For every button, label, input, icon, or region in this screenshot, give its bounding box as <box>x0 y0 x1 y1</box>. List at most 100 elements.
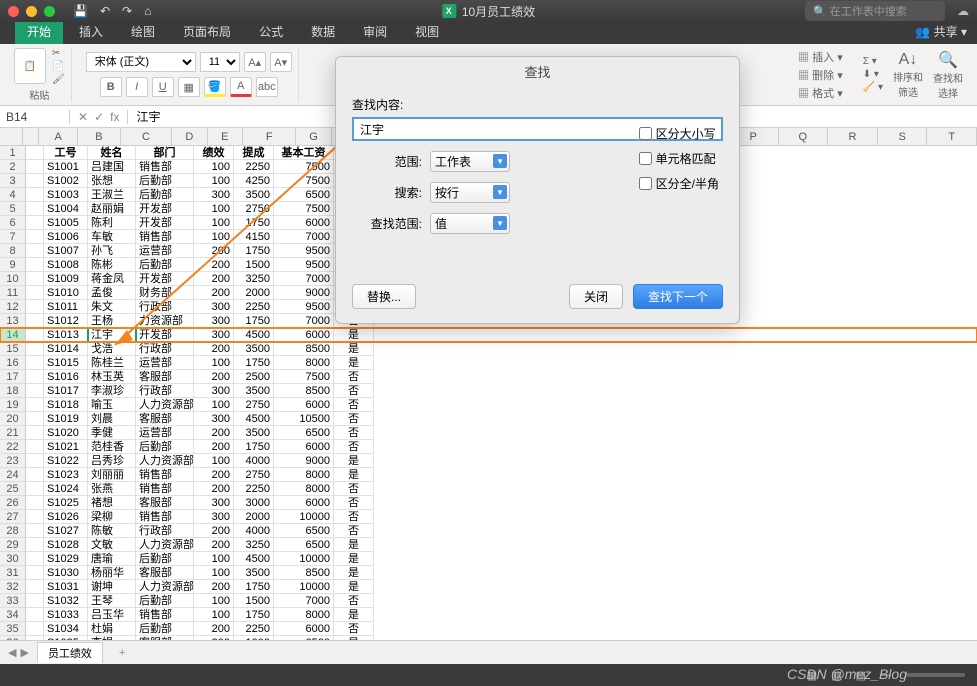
table-row[interactable]: 33 S1032 王琴 后勤部 100 1500 7000 否 <box>0 594 977 608</box>
tab-formulas[interactable]: 公式 <box>247 19 295 44</box>
cancel-icon[interactable]: ✕ <box>78 110 88 124</box>
font-group: 宋体 (正文) 11 A▴ A▾ B I U ▦ 🪣 A abc <box>80 48 299 102</box>
table-row[interactable]: 24 S1023 刘丽丽 销售部 200 2750 8000 是 <box>0 468 977 482</box>
format-cells-button[interactable]: ▦ 格式 ▾ <box>798 85 843 101</box>
share-button[interactable]: 👥 共享 ▾ <box>905 19 977 44</box>
col-header[interactable]: G <box>296 128 331 145</box>
insert-cells-button[interactable]: ▦ 插入 ▾ <box>798 49 843 65</box>
clear-icon[interactable]: 🧹 ▾ <box>863 82 883 93</box>
tab-draw[interactable]: 绘图 <box>119 19 167 44</box>
tab-insert[interactable]: 插入 <box>67 19 115 44</box>
col-header[interactable]: C <box>121 128 172 145</box>
col-header[interactable]: R <box>828 128 878 145</box>
tab-data[interactable]: 数据 <box>299 19 347 44</box>
table-row[interactable]: 29 S1028 文敏 人力资源部 200 3250 6500 是 <box>0 538 977 552</box>
close-button[interactable]: 关闭 <box>569 284 623 309</box>
sheet-prev-icon[interactable]: ◀ <box>8 646 16 659</box>
table-row[interactable]: 32 S1031 谢坤 人力资源部 200 1750 10000 是 <box>0 580 977 594</box>
fx-icon[interactable]: fx <box>110 110 119 124</box>
cloud-icon[interactable]: ☁ <box>957 4 969 18</box>
accept-icon[interactable]: ✓ <box>94 110 104 124</box>
italic-button[interactable]: I <box>126 77 148 97</box>
phonetic-button[interactable]: abc <box>256 77 278 97</box>
document-title: X 10月员工绩效 <box>442 3 535 20</box>
save-icon[interactable]: 💾 <box>73 4 88 18</box>
border-button[interactable]: ▦ <box>178 77 200 97</box>
fill-icon[interactable]: ⬇ ▾ <box>863 69 883 80</box>
table-row[interactable]: 26 S1025 褚想 客服部 300 3000 6000 否 <box>0 496 977 510</box>
table-row[interactable]: 31 S1030 杨丽华 客服部 100 3500 8500 是 <box>0 566 977 580</box>
table-row[interactable]: 30 S1029 唐瑜 后勤部 100 4500 10000 是 <box>0 552 977 566</box>
col-header[interactable] <box>23 128 39 145</box>
delete-cells-button[interactable]: ▦ 删除 ▾ <box>798 67 843 83</box>
underline-button[interactable]: U <box>152 77 174 97</box>
maximize-window-icon[interactable] <box>44 6 55 17</box>
table-row[interactable]: 21 S1020 季健 运营部 200 3500 6500 否 <box>0 426 977 440</box>
table-row[interactable]: 17 S1016 林玉英 客服部 200 2500 7500 否 <box>0 370 977 384</box>
sort-filter-button[interactable]: A↓ 排序和 筛选 <box>893 51 923 99</box>
close-window-icon[interactable] <box>8 6 19 17</box>
table-row[interactable]: 28 S1027 陈敏 行政部 200 4000 6500 否 <box>0 524 977 538</box>
table-row[interactable]: 25 S1024 张燕 销售部 200 2250 8000 否 <box>0 482 977 496</box>
cut-icon[interactable]: ✂ <box>52 48 65 59</box>
fill-color-button[interactable]: 🪣 <box>204 77 226 97</box>
table-row[interactable]: 35 S1034 杜娟 后勤部 200 2250 6000 否 <box>0 622 977 636</box>
col-header[interactable]: F <box>243 128 296 145</box>
autosum-icon[interactable]: Σ ▾ <box>863 56 883 67</box>
search-label: 搜索: <box>352 184 422 201</box>
redo-icon[interactable]: ↷ <box>122 4 132 18</box>
table-row[interactable]: 23 S1022 吕秀珍 人力资源部 100 4000 9000 是 <box>0 454 977 468</box>
find-next-button[interactable]: 查找下一个 <box>633 284 723 309</box>
bold-button[interactable]: B <box>100 77 122 97</box>
add-sheet-button[interactable]: + <box>111 645 133 661</box>
font-size-select[interactable]: 11 <box>200 52 240 72</box>
match-width-checkbox[interactable]: 区分全/半角 <box>639 175 719 192</box>
format-painter-icon[interactable]: 🖌 <box>52 74 65 85</box>
col-header[interactable]: T <box>927 128 977 145</box>
minimize-window-icon[interactable] <box>26 6 37 17</box>
sheet-tab[interactable]: 员工绩效 <box>37 642 103 663</box>
col-header[interactable]: S <box>878 128 928 145</box>
col-header[interactable]: Q <box>779 128 829 145</box>
tab-view[interactable]: 视图 <box>403 19 451 44</box>
table-row[interactable]: 16 S1015 陈桂兰 运营部 100 1750 8000 是 <box>0 356 977 370</box>
scope-select[interactable]: 工作表▼ <box>430 151 510 172</box>
table-row[interactable]: 14 S1013 江宇 开发部 300 4500 6000 是 <box>0 328 977 342</box>
font-name-select[interactable]: 宋体 (正文) <box>86 52 196 72</box>
tab-home[interactable]: 开始 <box>15 19 63 44</box>
name-box[interactable]: B14 <box>0 110 70 124</box>
table-row[interactable]: 20 S1019 刘晨 客服部 300 4500 10500 否 <box>0 412 977 426</box>
increase-font-icon[interactable]: A▴ <box>244 52 266 72</box>
tab-review[interactable]: 审阅 <box>351 19 399 44</box>
zoom-slider[interactable] <box>905 673 965 677</box>
sheet-next-icon[interactable]: ▶ <box>20 646 28 659</box>
titlebar-search[interactable]: 🔍 在工作表中搜索 <box>805 1 945 21</box>
search-select[interactable]: 按行▼ <box>430 182 510 203</box>
table-row[interactable]: 22 S1021 范桂香 后勤部 200 1750 6000 否 <box>0 440 977 454</box>
match-case-checkbox[interactable]: 区分大小写 <box>639 125 719 142</box>
tab-layout[interactable]: 页面布局 <box>171 19 243 44</box>
table-row[interactable]: 27 S1026 梁柳 销售部 300 2000 10000 否 <box>0 510 977 524</box>
col-header[interactable]: B <box>78 128 121 145</box>
replace-button[interactable]: 替换... <box>352 284 416 309</box>
decrease-font-icon[interactable]: A▾ <box>270 52 292 72</box>
col-header[interactable]: A <box>39 128 78 145</box>
lookin-select[interactable]: 值▼ <box>430 213 510 234</box>
lookin-label: 查找范围: <box>352 215 422 232</box>
col-header[interactable]: D <box>172 128 207 145</box>
table-row[interactable]: 15 S1014 戈浩 行政部 200 3500 8500 是 <box>0 342 977 356</box>
col-header[interactable]: E <box>208 128 243 145</box>
match-cell-checkbox[interactable]: 单元格匹配 <box>639 150 719 167</box>
select-all-corner[interactable] <box>0 128 23 145</box>
paste-button[interactable]: 📋 <box>14 48 46 84</box>
find-select-button[interactable]: 🔍 查找和 选择 <box>933 50 963 100</box>
table-row[interactable]: 18 S1017 李淑珍 行政部 300 3500 8500 否 <box>0 384 977 398</box>
formula-input[interactable]: 江宇 <box>128 108 168 125</box>
table-row[interactable]: 34 S1033 吕玉华 销售部 100 1750 8000 是 <box>0 608 977 622</box>
ribbon-tabs: 开始 插入 绘图 页面布局 公式 数据 审阅 视图 👥 共享 ▾ <box>0 22 977 44</box>
copy-icon[interactable]: 📄 <box>52 61 65 72</box>
undo-icon[interactable]: ↶ <box>100 4 110 18</box>
home-icon[interactable]: ⌂ <box>144 4 151 18</box>
font-color-button[interactable]: A <box>230 77 252 97</box>
table-row[interactable]: 19 S1018 喻玉 人力资源部 100 2750 6000 否 <box>0 398 977 412</box>
